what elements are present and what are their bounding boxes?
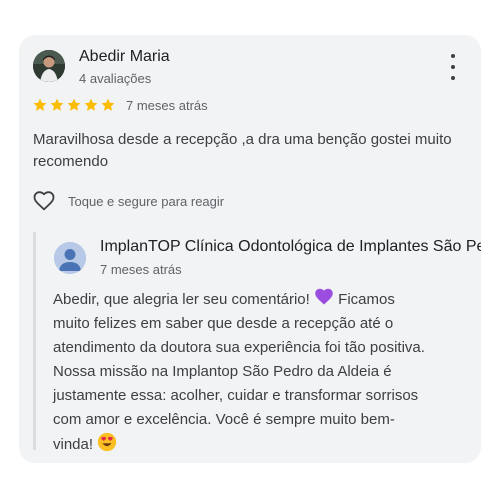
star-icon bbox=[50, 98, 64, 111]
react-button[interactable]: Toque e segure para reagir bbox=[32, 189, 224, 213]
reviewer-photo bbox=[33, 50, 65, 82]
star-icon bbox=[101, 98, 115, 111]
star-rating: 7 meses atrás bbox=[32, 96, 208, 114]
review-time: 7 meses atrás bbox=[126, 97, 208, 113]
reply-time: 7 meses atrás bbox=[100, 262, 182, 277]
review-text: Maravilhosa desde a recepção ,a dra uma … bbox=[33, 131, 452, 170]
person-icon bbox=[54, 242, 86, 274]
star-icon bbox=[67, 98, 81, 111]
stars bbox=[32, 97, 117, 113]
reply-line: com amor e excelência. Você é sempre mui… bbox=[53, 411, 395, 428]
reply-line: muito felizes em saber que desde a recep… bbox=[53, 315, 394, 332]
reviewer-name[interactable]: Abedir Maria bbox=[79, 48, 170, 66]
review-card: Abedir Maria 4 avaliações 7 meses atrás … bbox=[19, 35, 481, 463]
reply-divider bbox=[33, 232, 36, 450]
star-icon bbox=[84, 98, 98, 111]
star-icon bbox=[33, 98, 47, 111]
reply-line: atendimento da doutora sua experiência f… bbox=[53, 339, 425, 356]
more-options-icon bbox=[451, 54, 455, 58]
react-label: Toque e segure para reagir bbox=[68, 193, 225, 209]
heart-eyes-icon bbox=[98, 432, 117, 452]
reviewer-avatar[interactable] bbox=[33, 50, 65, 82]
reply-line: justamente essa: acolher, cuidar e trans… bbox=[53, 387, 419, 404]
heart-outline-icon bbox=[33, 191, 55, 211]
reply-line: Abedir, que alegria ler seu comentário! … bbox=[53, 287, 465, 312]
purple-heart-icon bbox=[315, 288, 333, 305]
more-options-button[interactable] bbox=[443, 54, 463, 80]
owner-avatar[interactable] bbox=[54, 242, 86, 274]
reviewer-review-count: 4 avaliações bbox=[79, 71, 152, 86]
reply-line: vinda! bbox=[53, 432, 465, 457]
reply-line: Nossa missão na Implantop São Pedro da A… bbox=[53, 363, 392, 380]
owner-reply-text: Abedir, que alegria ler seu comentário! … bbox=[53, 287, 465, 457]
owner-name[interactable]: ImplanTOP Clínica Odontológica de Implan… bbox=[100, 238, 481, 256]
